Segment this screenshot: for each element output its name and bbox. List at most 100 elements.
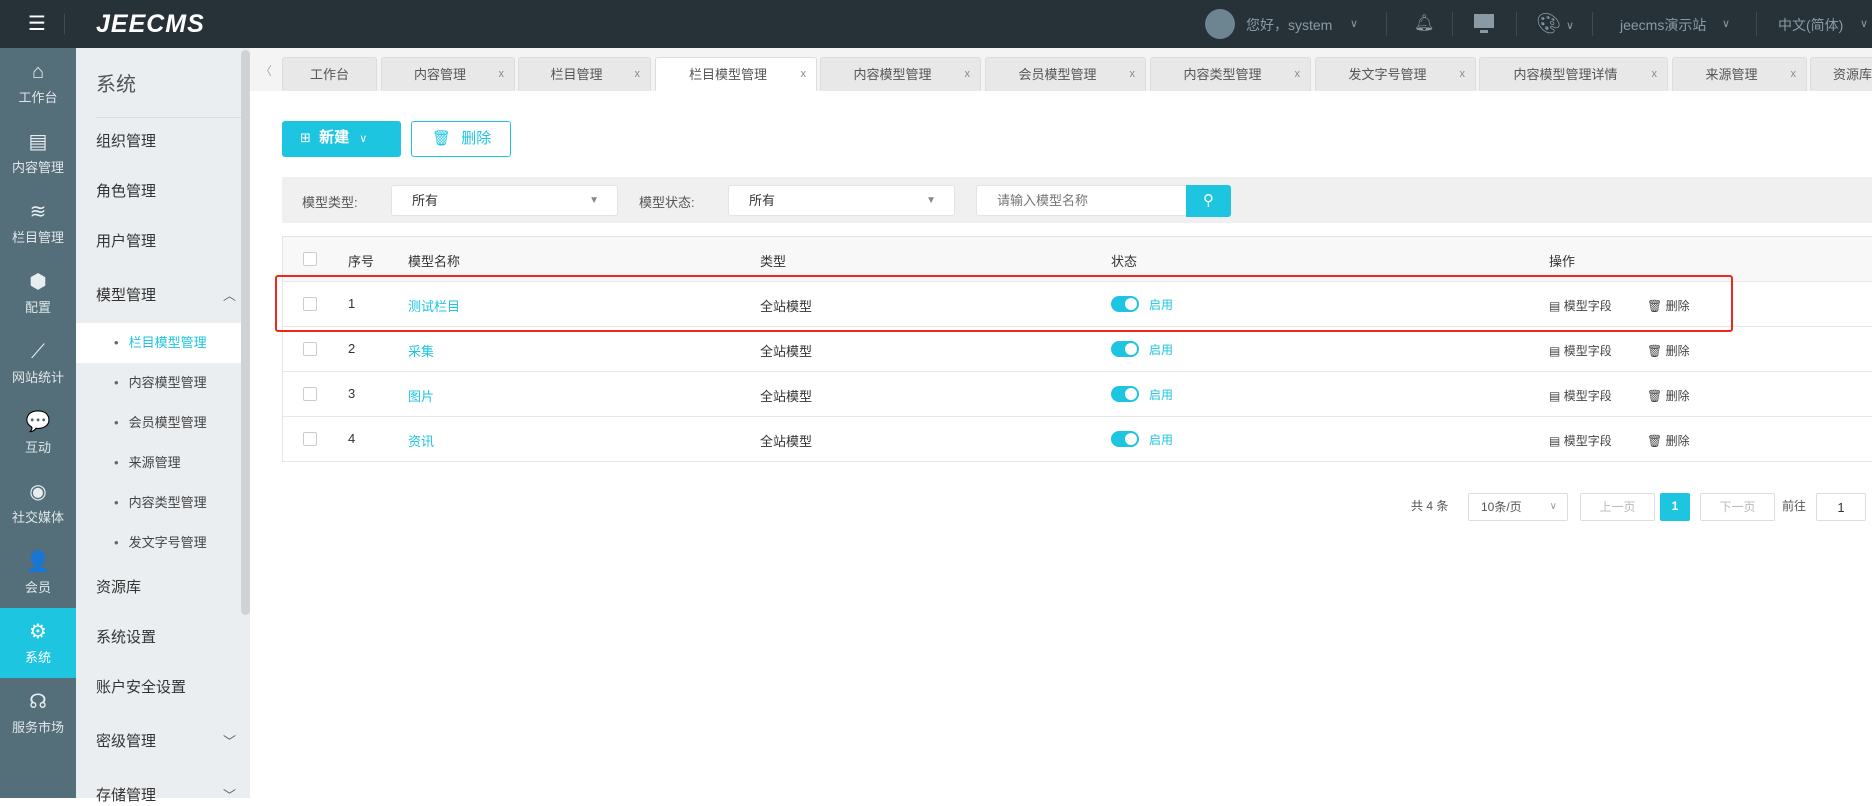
- nav-system[interactable]: ⚙ 系统: [0, 608, 76, 678]
- menu-toggle-icon[interactable]: ☰: [28, 14, 48, 34]
- tab-member-model[interactable]: 会员模型管理 x: [985, 57, 1146, 91]
- submenu-item-content-type[interactable]: • 内容类型管理: [76, 483, 242, 523]
- nav-config[interactable]: ⬢ 配置: [0, 258, 76, 328]
- nav-workbench[interactable]: ⌂ 工作台: [0, 48, 76, 118]
- nav-member[interactable]: 👤 会员: [0, 538, 76, 608]
- select-value: 所有: [749, 193, 776, 208]
- close-icon[interactable]: x: [635, 58, 641, 91]
- avatar[interactable]: [1205, 9, 1235, 39]
- submenu-item-user[interactable]: 用户管理: [96, 232, 246, 252]
- row-delete-button[interactable]: 🗑︎ 删除: [1647, 432, 1690, 449]
- model-fields-button[interactable]: ▤ 模型字段: [1549, 342, 1612, 359]
- close-icon[interactable]: x: [1791, 58, 1797, 91]
- row-checkbox[interactable]: [303, 387, 317, 401]
- submenu-item-role[interactable]: 角色管理: [96, 182, 246, 202]
- tab-channel-model[interactable]: 栏目模型管理 x: [655, 57, 817, 91]
- close-icon[interactable]: x: [965, 58, 971, 91]
- chevron-down-icon[interactable]: ∨: [1860, 17, 1868, 30]
- gear-icon: ⚙: [29, 621, 47, 643]
- select-all-checkbox[interactable]: [303, 252, 317, 266]
- chat-icon: 💬: [25, 411, 51, 433]
- tab-label: 发文字号管理: [1348, 67, 1427, 82]
- nav-statistics[interactable]: ⟋ 网站统计: [0, 328, 76, 398]
- close-icon[interactable]: x: [1652, 58, 1658, 91]
- submenu-item-settings[interactable]: 系统设置: [96, 628, 246, 648]
- page-size-select[interactable]: 10条/页 ∨: [1468, 493, 1568, 521]
- model-fields-button[interactable]: ▤ 模型字段: [1549, 432, 1612, 449]
- nav-content[interactable]: ▤ 内容管理: [0, 118, 76, 188]
- row-delete-button[interactable]: 🗑︎ 删除: [1647, 387, 1690, 404]
- nav-interaction[interactable]: 💬 互动: [0, 398, 76, 468]
- nav-channel[interactable]: ≋ 栏目管理: [0, 188, 76, 258]
- close-icon[interactable]: x: [1130, 58, 1136, 91]
- site-selector[interactable]: jeecms演示站: [1620, 15, 1706, 35]
- submenu-item-doc-number[interactable]: • 发文字号管理: [76, 523, 242, 563]
- model-name-link[interactable]: 采集: [408, 341, 434, 360]
- next-page-button[interactable]: 下一页: [1700, 493, 1775, 521]
- chevron-down-icon[interactable]: ∨: [1566, 19, 1574, 32]
- submenu-item-source[interactable]: • 来源管理: [76, 443, 242, 483]
- chevron-down-icon[interactable]: ∨: [1350, 17, 1358, 30]
- main-nav: ⌂ 工作台 ▤ 内容管理 ≋ 栏目管理 ⬢ 配置 ⟋ 网站统计 💬 互动 ◉ 社交媒体 👤 会员…: [0, 48, 76, 798]
- delete-button[interactable]: 🗑︎ 删除: [411, 121, 511, 157]
- submenu-item-classification[interactable]: 密级管理 ﹀: [96, 732, 246, 752]
- new-button[interactable]: ⊞ 新建 ∨: [282, 121, 401, 157]
- submenu-scrollbar[interactable]: [241, 50, 250, 615]
- submenu-item-resource[interactable]: 资源库: [96, 578, 246, 598]
- monitor-icon[interactable]: [1474, 14, 1494, 28]
- tab-workbench[interactable]: 工作台: [282, 57, 377, 91]
- page-1-button[interactable]: 1: [1660, 493, 1690, 521]
- tab-channel[interactable]: 栏目管理 x: [518, 57, 651, 91]
- submenu-item-channel-model[interactable]: • 栏目模型管理: [76, 323, 242, 363]
- close-icon[interactable]: x: [499, 58, 505, 91]
- language-selector[interactable]: 中文(简体): [1778, 15, 1843, 35]
- nav-market[interactable]: ☊ 服务市场: [0, 678, 76, 748]
- chevron-down-icon[interactable]: ∨: [1722, 17, 1730, 30]
- tab-content-type[interactable]: 内容类型管理 x: [1150, 57, 1311, 91]
- target-icon: ◉: [29, 481, 47, 503]
- tab-resource[interactable]: 资源库: [1810, 57, 1872, 91]
- model-status-select[interactable]: 所有 ▼: [728, 185, 955, 216]
- row-checkbox[interactable]: [303, 432, 317, 446]
- submenu-item-org[interactable]: 组织管理: [96, 132, 246, 152]
- tab-content-model[interactable]: 内容模型管理 x: [820, 57, 981, 91]
- status-toggle[interactable]: [1111, 431, 1139, 447]
- model-name-link[interactable]: 图片: [408, 386, 434, 405]
- user-greeting[interactable]: 您好，system: [1246, 15, 1332, 35]
- row-no: 4: [348, 431, 356, 446]
- close-icon[interactable]: x: [1295, 58, 1301, 91]
- row-checkbox[interactable]: [303, 342, 317, 356]
- model-name-link[interactable]: 资讯: [408, 431, 434, 450]
- submenu-label: 存储管理: [96, 787, 157, 804]
- tab-source[interactable]: 来源管理 x: [1672, 57, 1807, 91]
- goto-page-input[interactable]: [1816, 493, 1866, 521]
- scroll-left-icon[interactable]: 〈: [260, 62, 272, 79]
- search-button[interactable]: ⚲: [1186, 185, 1231, 217]
- submenu-label: 内容模型管理: [128, 375, 207, 390]
- submenu-item-security[interactable]: 账户安全设置: [96, 678, 246, 698]
- status-toggle[interactable]: [1111, 341, 1139, 357]
- nav-social[interactable]: ◉ 社交媒体: [0, 468, 76, 538]
- search-input[interactable]: [976, 185, 1188, 216]
- prev-page-button[interactable]: 上一页: [1580, 493, 1655, 521]
- tab-doc-number[interactable]: 发文字号管理 x: [1315, 57, 1476, 91]
- row-delete-button[interactable]: 🗑︎ 删除: [1647, 342, 1690, 359]
- model-type-select[interactable]: 所有 ▼: [391, 185, 618, 216]
- tab-content-model-detail[interactable]: 内容模型管理详情 x: [1479, 57, 1668, 91]
- submenu-item-member-model[interactable]: • 会员模型管理: [76, 403, 242, 443]
- model-fields-button[interactable]: ▤ 模型字段: [1549, 387, 1612, 404]
- status-toggle[interactable]: [1111, 386, 1139, 402]
- nav-label: 互动: [24, 440, 51, 455]
- submenu-item-storage[interactable]: 存储管理 ﹀: [96, 786, 246, 806]
- tab-content[interactable]: 内容管理 x: [381, 57, 515, 91]
- submenu-item-model[interactable]: 模型管理 ︿: [96, 286, 246, 306]
- bell-icon[interactable]: 🔔︎: [1414, 13, 1434, 33]
- submenu-label: 栏目模型管理: [128, 335, 207, 350]
- tab-label: 栏目管理: [550, 67, 603, 82]
- header-actions: 操作: [1549, 254, 1576, 269]
- palette-icon[interactable]: 🎨︎: [1536, 11, 1561, 36]
- close-icon[interactable]: x: [801, 58, 807, 91]
- submenu-item-content-model[interactable]: • 内容模型管理: [76, 363, 242, 403]
- close-icon[interactable]: x: [1460, 58, 1466, 91]
- document-icon: ▤: [28, 131, 48, 153]
